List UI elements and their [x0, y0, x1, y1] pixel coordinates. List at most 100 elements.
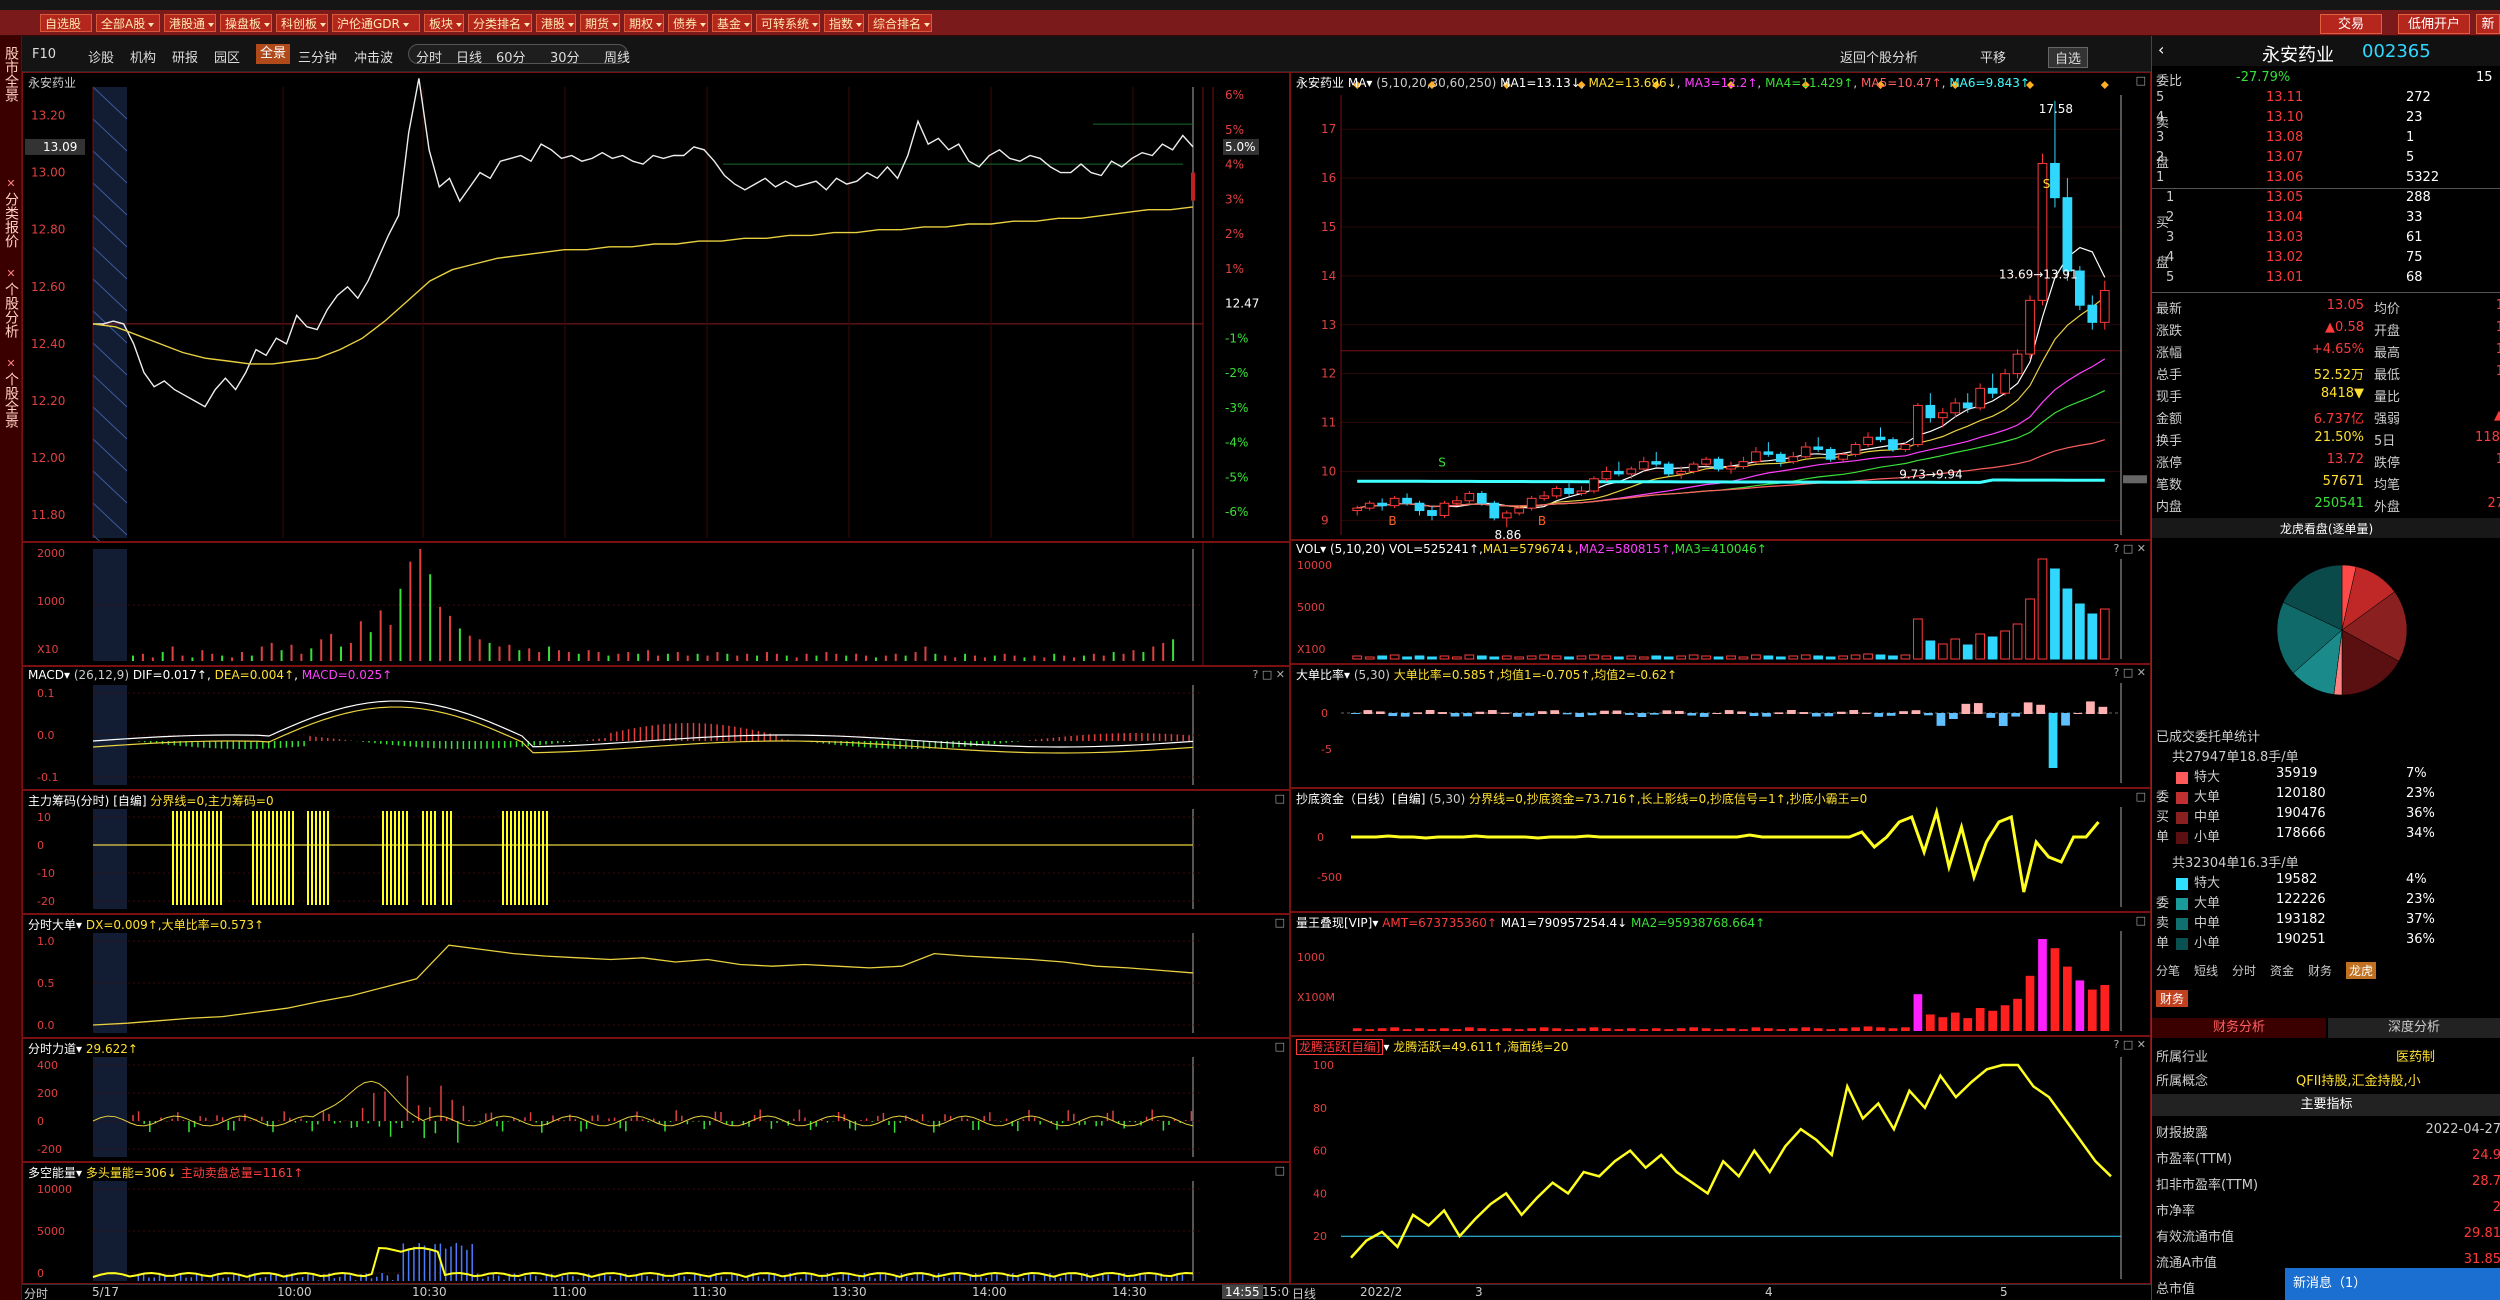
macd-panel[interactable]: MACD▾ (26,12,9) DIF=0.017↑, DEA=0.004↑, …: [22, 666, 1290, 790]
news-button[interactable]: 新股: [2476, 14, 2500, 34]
fin-subtab-0[interactable]: 财务分析: [2152, 1018, 2326, 1038]
period-item-2[interactable]: 机构: [130, 47, 156, 66]
dkn-chart[interactable]: 10000 5000 0: [23, 1163, 1290, 1284]
lwdx-title[interactable]: 量王叠现[VIP]: [1296, 916, 1372, 930]
dkn-title[interactable]: 多空能量: [28, 1166, 76, 1180]
panel-controls[interactable]: ? □ ✕: [2114, 542, 2146, 555]
period-item-3[interactable]: 研报: [172, 47, 198, 66]
fsld-chart[interactable]: 400 200 0 -200: [23, 1039, 1290, 1162]
period-item-1[interactable]: 诊股: [88, 47, 114, 66]
period-2[interactable]: 60分: [496, 47, 526, 66]
fin-subtab-1[interactable]: 深度分析: [2328, 1018, 2500, 1038]
back-icon[interactable]: ‹: [2158, 40, 2164, 59]
leftnav-item-0[interactable]: 股市全景: [0, 46, 22, 102]
leftnav-item-3[interactable]: ✕ 个股全景: [0, 356, 22, 428]
news-notification[interactable]: 新消息（1）: [2285, 1268, 2500, 1300]
fsld-panel[interactable]: 分时力道▾ 29.622↑ □ 400 200 0 -200: [22, 1038, 1290, 1162]
panel-controls[interactable]: ? □ ✕: [2114, 666, 2146, 679]
period-4[interactable]: 周线: [604, 47, 630, 66]
toolbar-button-11[interactable]: 债券: [668, 14, 708, 32]
kline-header-item-2[interactable]: 自选: [2048, 47, 2089, 68]
leftnav-item-2[interactable]: ✕ 个股分析: [0, 266, 22, 338]
fsdd-panel[interactable]: 分时大单▾ DX=0.009↑,大单比率=0.573↑ □ 1.0 0.5 0.0: [22, 914, 1290, 1038]
ddbl-title[interactable]: 大单比率: [1296, 668, 1344, 682]
panel-controls[interactable]: □: [1275, 1164, 1285, 1177]
panel-controls[interactable]: □: [2136, 790, 2146, 803]
leftnav-item-1[interactable]: ✕ 分类报价: [0, 176, 22, 248]
ddbl-chart[interactable]: 0 -5: [1291, 665, 2151, 788]
ask-row[interactable]: 4 13.10 23: [2156, 110, 2496, 125]
kline-header-item-1[interactable]: 平移: [1980, 47, 2006, 66]
kline-volume-chart[interactable]: 10000 5000 X100: [1291, 541, 2151, 664]
kline-axis-mode[interactable]: 日线: [1292, 1285, 1316, 1300]
dkn-panel[interactable]: 多空能量▾ 多头量能=306↓ 主动卖盘总量=1161↑ □ 10000 5000…: [22, 1162, 1290, 1284]
ddbl-panel[interactable]: 大单比率▾ (5,30) 大单比率=0.585↑,均值1=-0.705↑,均值2…: [1290, 664, 2151, 788]
toolbar-button-6[interactable]: 板块: [424, 14, 464, 32]
macd-title[interactable]: MACD: [28, 668, 64, 682]
kline-header-item-0[interactable]: 返回个股分析: [1840, 47, 1918, 66]
period-1[interactable]: 日线: [456, 47, 482, 66]
toolbar-button-8[interactable]: 港股: [536, 14, 576, 32]
fsld-title[interactable]: 分时力道: [28, 1042, 76, 1056]
toolbar-button-15[interactable]: 综合排名: [868, 14, 932, 32]
ma-selector[interactable]: MA: [1348, 76, 1367, 90]
quote-tab-2[interactable]: 分时: [2232, 962, 2256, 979]
vol-title[interactable]: VOL▾ (5,10,20) VOL=525241↑,: [1296, 542, 1483, 556]
panel-controls[interactable]: □: [2136, 74, 2146, 87]
toolbar-button-12[interactable]: 基金: [712, 14, 752, 32]
ltjy-chart[interactable]: 100 80 60 40 20: [1291, 1037, 2151, 1284]
ask-row[interactable]: 2 13.07 5: [2156, 150, 2496, 165]
lwdx-panel[interactable]: 量王叠现[VIP]▾ AMT=673735360↑ MA1=790957254.…: [1290, 912, 2151, 1036]
open-account-button[interactable]: 低佣开户: [2398, 14, 2470, 34]
period-0[interactable]: 分时: [416, 47, 442, 66]
kline-volume-panel[interactable]: VOL▾ (5,10,20) VOL=525241↑,MA1=579674↓,M…: [1290, 540, 2151, 664]
period-item-6[interactable]: 三分钟: [298, 47, 337, 66]
period-item-0[interactable]: F10: [32, 47, 56, 62]
panel-controls[interactable]: □: [1275, 792, 1285, 805]
cdzj-title[interactable]: 抄底资金（日线）: [1296, 792, 1392, 806]
toolbar-button-13[interactable]: 可转系统: [756, 14, 820, 32]
toolbar-button-5[interactable]: 沪伦通GDR: [332, 14, 420, 32]
intraday-price-panel[interactable]: 永安药业 13.20 13.00 12.80 12.60 12.40 12.20 12.00…: [22, 72, 1290, 542]
lwdx-chart[interactable]: 1000 X100M: [1291, 913, 2151, 1036]
panel-controls[interactable]: ? □ ✕: [2114, 1038, 2146, 1051]
ask-row[interactable]: 5 13.11 272: [2156, 90, 2496, 105]
toolbar-button-10[interactable]: 期权: [624, 14, 664, 32]
fin-tab[interactable]: 财务: [2156, 990, 2189, 1007]
ask-row[interactable]: 1 13.06 5322: [2156, 170, 2496, 185]
cdzj-panel[interactable]: 抄底资金（日线）[自编] (5,30) 分界线=0,抄底资金=73.716↑,长…: [1290, 788, 2151, 912]
macd-chart[interactable]: 0.1 0.0 -0.1: [23, 667, 1290, 790]
toolbar-button-0[interactable]: 自选股: [40, 14, 92, 32]
toolbar-button-1[interactable]: 全部A股: [96, 14, 160, 32]
leftnav-close-icon[interactable]: ✕: [0, 266, 22, 282]
period-3[interactable]: 30分: [550, 47, 580, 66]
intraday-chart[interactable]: 13.20 13.00 12.80 12.60 12.40 12.20 12.00 11.80…: [23, 73, 1290, 542]
ltjy-title[interactable]: 龙腾活跃[自编]: [1296, 1039, 1384, 1055]
cdzj-chart[interactable]: 0 -500: [1291, 789, 2151, 912]
period-item-5[interactable]: 全景: [256, 44, 291, 64]
leftnav-close-icon[interactable]: ✕: [0, 356, 22, 372]
toolbar-button-4[interactable]: 科创板: [276, 14, 328, 32]
kline-chart[interactable]: 17 16 15 14 13 12 11 10 9 17.58 S 13.69→13.91 9.73→9…: [1291, 73, 2151, 540]
zljm-chart[interactable]: 10 0 -10 -20: [23, 791, 1290, 914]
toolbar-button-3[interactable]: 操盘板: [220, 14, 272, 32]
fsdd-title[interactable]: 分时大单: [28, 918, 76, 932]
toolbar-button-2[interactable]: 港股通: [164, 14, 216, 32]
ltjy-panel[interactable]: 龙腾活跃[自编] ▾ 龙腾活跃=49.611↑,海面线=20 ? □ ✕ 100 8…: [1290, 1036, 2151, 1284]
toolbar-button-7[interactable]: 分类排名: [468, 14, 532, 32]
fsdd-chart[interactable]: 1.0 0.5 0.0: [23, 915, 1290, 1038]
panel-controls[interactable]: ? □ ✕: [1253, 668, 1285, 681]
quote-tab-3[interactable]: 资金: [2270, 962, 2294, 979]
panel-controls[interactable]: □: [1275, 916, 1285, 929]
intraday-volume-panel[interactable]: 2000 1000 X10: [22, 542, 1290, 666]
period-item-7[interactable]: 冲击波: [354, 47, 393, 66]
panel-controls[interactable]: □: [1275, 1040, 1285, 1053]
panel-controls[interactable]: □: [2136, 914, 2146, 927]
intraday-axis-mode[interactable]: 分时: [24, 1285, 48, 1300]
quote-tab-1[interactable]: 短线: [2194, 962, 2218, 979]
quote-tab-0[interactable]: 分笔: [2156, 962, 2180, 979]
ask-row[interactable]: 3 13.08 1: [2156, 130, 2496, 145]
zljm-title[interactable]: 主力筹码(分时): [28, 794, 109, 808]
intraday-volume-chart[interactable]: 2000 1000 X10: [23, 543, 1290, 666]
quote-tab-5[interactable]: 龙虎: [2346, 962, 2377, 979]
